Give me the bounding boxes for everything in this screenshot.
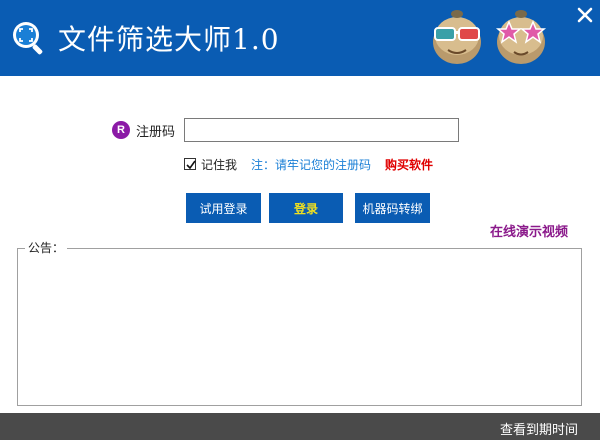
star-glasses-mascot-icon [495, 10, 547, 64]
login-button[interactable]: 登录 [269, 193, 343, 223]
app-title: 文件筛选大师1.0 [58, 23, 280, 56]
online-demo-video-link[interactable]: 在线演示视频 [490, 221, 568, 240]
trial-login-button[interactable]: 试用登录 [186, 193, 261, 223]
check-expiry-link[interactable]: 查看到期时间 [500, 419, 578, 438]
checkmark-icon [186, 160, 196, 170]
register-badge-icon: R [112, 121, 130, 139]
status-bar: 查看到期时间 [0, 413, 600, 440]
register-code-label: 注册码 [136, 124, 176, 140]
remember-row: 记住我 注：请牢记您的注册码 购买软件 [184, 155, 433, 173]
remember-checkbox[interactable] [184, 158, 196, 170]
machine-code-transfer-button[interactable]: 机器码转绑 [355, 193, 430, 223]
close-icon[interactable] [574, 4, 596, 26]
register-note: 注：请牢记您的注册码 [251, 157, 372, 172]
register-code-row: R 注册码 [112, 118, 175, 142]
notice-label: 公告： [25, 239, 68, 256]
register-code-input[interactable] [184, 118, 459, 142]
magnifier-scan-icon [13, 22, 43, 55]
buy-software-link[interactable]: 购买软件 [385, 156, 433, 173]
title-bar: 文件筛选大师1.0 [0, 0, 600, 76]
remember-label: 记住我 [201, 157, 238, 172]
notice-box [17, 248, 582, 406]
3d-glasses-mascot-icon [433, 10, 481, 64]
